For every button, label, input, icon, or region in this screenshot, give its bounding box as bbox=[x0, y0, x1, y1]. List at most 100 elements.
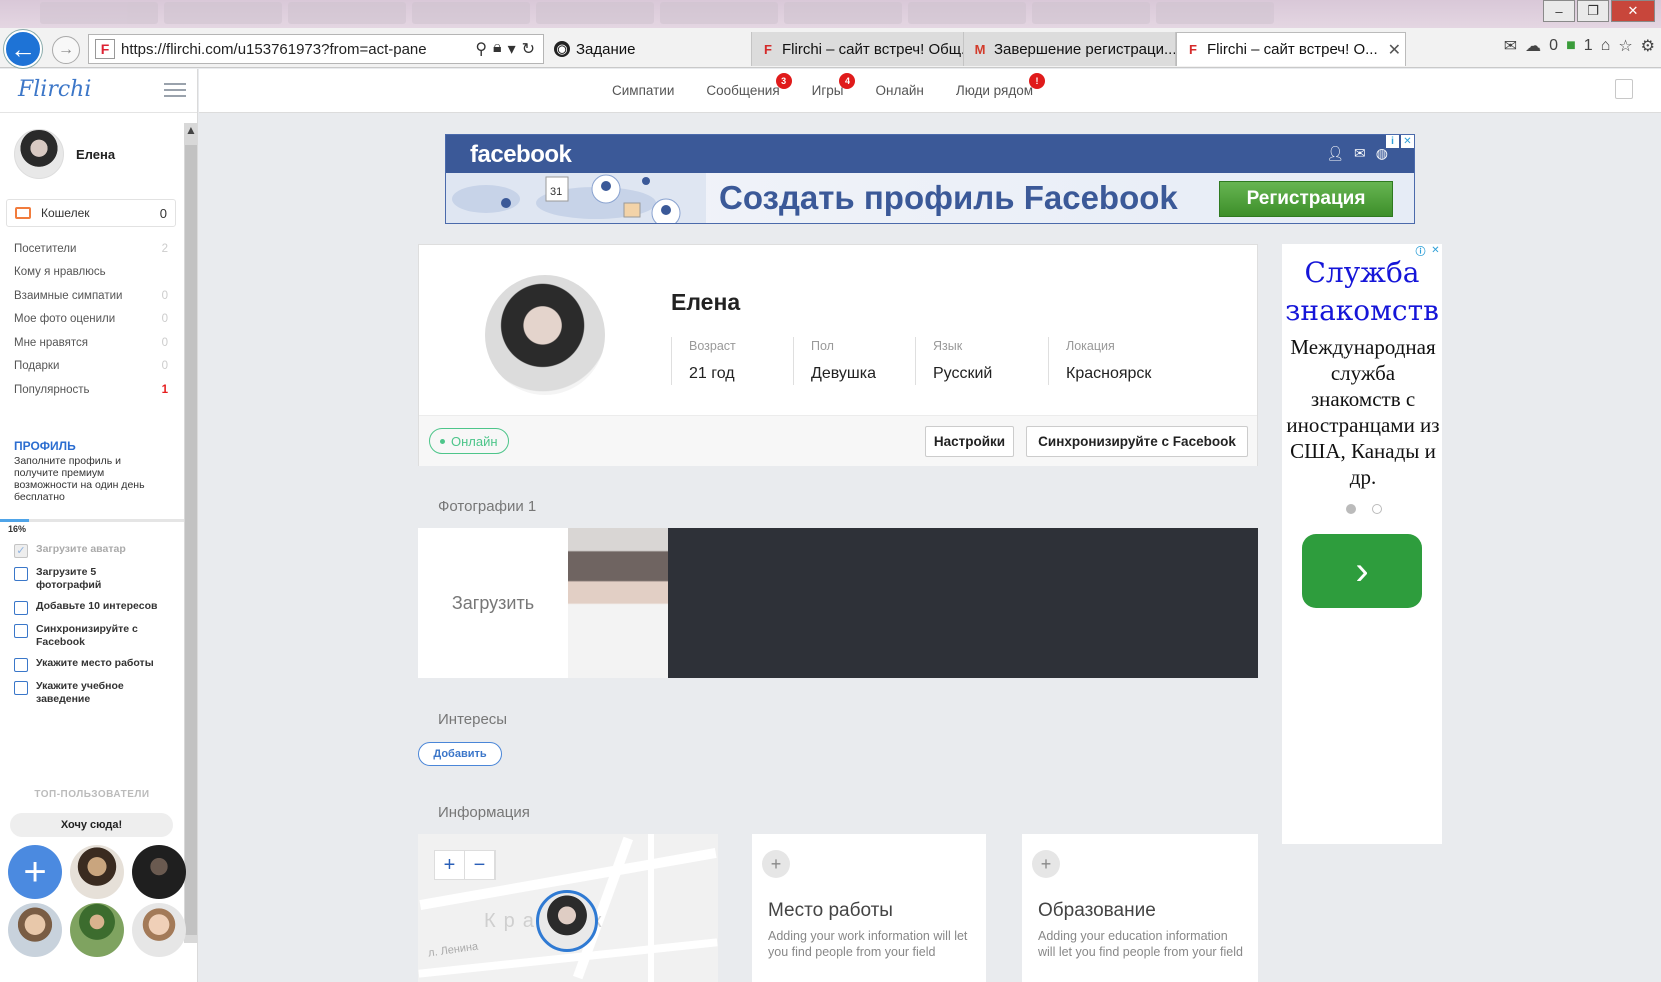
checkbox-icon[interactable] bbox=[14, 624, 28, 638]
url-text[interactable]: https://flirchi.com/u153761973?from=act-… bbox=[121, 41, 467, 58]
task-add-interests[interactable]: Добавьте 10 интересов bbox=[14, 600, 164, 615]
favorites-star-icon[interactable]: ☆ bbox=[1618, 36, 1632, 56]
refresh-icon[interactable]: ↻ bbox=[522, 39, 535, 59]
facebook-ad-banner[interactable]: facebook 👤︎ ✉ ◍ 31 Создать профиль Faceb… bbox=[445, 134, 1415, 224]
work-title: Место работы bbox=[768, 900, 893, 921]
top-user-avatar[interactable] bbox=[70, 903, 124, 957]
home-icon[interactable]: ⌂ bbox=[1601, 37, 1611, 55]
checkbox-icon[interactable] bbox=[14, 681, 28, 695]
work-card[interactable]: + Место работы Adding your work informat… bbox=[752, 834, 986, 982]
dropdown-arrow-icon[interactable]: ▾ bbox=[508, 39, 516, 59]
background-tab[interactable] bbox=[1032, 2, 1150, 24]
settings-button[interactable]: Настройки bbox=[925, 426, 1014, 457]
map-avatar-marker[interactable] bbox=[536, 890, 598, 952]
sidebar-scrollbar[interactable]: ▲ bbox=[184, 123, 197, 943]
sidebar-item-photo-rated[interactable]: Мое фото оценили 0 bbox=[14, 308, 168, 332]
want-here-button[interactable]: Хочу сюда! bbox=[10, 813, 173, 837]
search-icon[interactable]: ⚲ bbox=[475, 39, 487, 59]
hamburger-menu-icon[interactable] bbox=[164, 83, 186, 101]
background-tab[interactable] bbox=[660, 2, 778, 24]
background-tab[interactable] bbox=[412, 2, 530, 24]
top-user-avatar[interactable] bbox=[70, 845, 124, 899]
document-icon[interactable] bbox=[1615, 79, 1633, 99]
background-tab[interactable] bbox=[908, 2, 1026, 24]
sidebar-item-i-like[interactable]: Мне нравятся 0 bbox=[14, 331, 168, 355]
top-user-avatar[interactable] bbox=[132, 903, 186, 957]
sync-facebook-button[interactable]: Синхронизируйте с Facebook bbox=[1026, 426, 1248, 457]
location-map[interactable]: + − Кра рск л. Ленина bbox=[418, 834, 718, 982]
side-ad-title[interactable]: Служба знакомств bbox=[1282, 254, 1442, 330]
adchoices[interactable]: i ✕ bbox=[1386, 135, 1414, 148]
photo-thumbnail[interactable] bbox=[568, 528, 668, 678]
tab-gmail[interactable]: M Завершение регистраци... bbox=[964, 32, 1176, 66]
info-icon[interactable]: i bbox=[1386, 135, 1399, 148]
profile-section-title[interactable]: ПРОФИЛЬ bbox=[14, 439, 76, 453]
checkbox-checked-icon[interactable]: ✓ bbox=[14, 544, 28, 558]
nav-item-messages[interactable]: Сообщения 3 bbox=[706, 73, 792, 98]
task-upload-avatar[interactable]: ✓ Загрузите аватар bbox=[14, 543, 164, 558]
checkbox-icon[interactable] bbox=[14, 658, 28, 672]
scrollbar-thumb[interactable] bbox=[185, 145, 197, 935]
sidebar-item-popularity[interactable]: Популярность 1 bbox=[14, 378, 168, 402]
add-work-plus-icon[interactable]: + bbox=[762, 850, 790, 878]
background-tab[interactable] bbox=[1156, 2, 1274, 24]
carousel-dot[interactable] bbox=[1372, 504, 1382, 514]
flirchi-logo[interactable]: Flirchi bbox=[18, 77, 91, 102]
carousel-dot[interactable] bbox=[1346, 504, 1356, 514]
wallet-button[interactable]: Кошелек 0 bbox=[6, 199, 176, 227]
scroll-up-arrow-icon[interactable]: ▲ bbox=[184, 123, 197, 141]
nav-item-games[interactable]: Игры 4 bbox=[812, 73, 856, 98]
top-user-avatar[interactable] bbox=[8, 903, 62, 957]
task-upload-photos[interactable]: Загрузите 5 фотографий bbox=[14, 566, 164, 592]
task-add-education[interactable]: Укажите учебное заведение bbox=[14, 680, 164, 706]
sidebar-user[interactable]: Елена bbox=[14, 129, 115, 179]
background-tab[interactable] bbox=[536, 2, 654, 24]
profile-avatar[interactable] bbox=[485, 275, 605, 395]
background-tab[interactable] bbox=[164, 2, 282, 24]
add-interest-button[interactable]: Добавить bbox=[418, 742, 502, 766]
close-window-icon[interactable]: ✕ bbox=[1611, 0, 1655, 22]
background-tab[interactable] bbox=[288, 2, 406, 24]
background-tab[interactable] bbox=[784, 2, 902, 24]
upload-photo-button[interactable]: Загрузить bbox=[418, 528, 568, 678]
close-ad-icon[interactable]: ✕ bbox=[1401, 135, 1414, 148]
user-name[interactable]: Елена bbox=[76, 147, 115, 162]
tab-flirchi-1[interactable]: F Flirchi – сайт встреч! Общ... bbox=[752, 32, 964, 66]
sidebar-item-visitors[interactable]: Посетители 2 bbox=[14, 237, 168, 261]
settings-gear-icon[interactable]: ⚙ bbox=[1641, 36, 1655, 56]
tab-zadanie[interactable]: ◉ Задание bbox=[546, 32, 752, 66]
nav-item-people-nearby[interactable]: Люди рядом! bbox=[956, 73, 1046, 98]
lock-icon[interactable]: 🔒︎ bbox=[493, 39, 502, 59]
mail-icon[interactable]: ✉ bbox=[1504, 36, 1517, 56]
cloud-icon[interactable]: ☁ bbox=[1525, 36, 1541, 56]
sidebar-item-mutual-likes[interactable]: Взаимные симпатии 0 bbox=[14, 284, 168, 308]
top-user-avatar[interactable] bbox=[132, 845, 186, 899]
sidebar-item-who-likes-me[interactable]: Кому я нравлюсь bbox=[14, 261, 168, 285]
task-sync-facebook[interactable]: Синхронизируйте с Facebook bbox=[14, 623, 164, 649]
sidebar-item-gifts[interactable]: Подарки 0 bbox=[14, 355, 168, 379]
add-education-plus-icon[interactable]: + bbox=[1032, 850, 1060, 878]
fb-ad-headline[interactable]: Создать профиль Facebook bbox=[719, 179, 1178, 217]
checkbox-icon[interactable] bbox=[14, 601, 28, 615]
zoom-in-icon[interactable]: + bbox=[435, 851, 465, 879]
avatar[interactable] bbox=[14, 129, 64, 179]
nav-item-likes[interactable]: Симпатии bbox=[612, 83, 674, 98]
education-card[interactable]: + Образование Adding your education info… bbox=[1022, 834, 1258, 982]
nav-item-online[interactable]: Онлайн bbox=[875, 83, 923, 98]
close-tab-icon[interactable]: ✕ bbox=[1388, 40, 1401, 60]
checkbox-icon[interactable] bbox=[14, 567, 28, 581]
extension-icon[interactable]: ■ bbox=[1566, 37, 1576, 55]
zoom-out-icon[interactable]: − bbox=[465, 851, 495, 879]
chevron-right-icon[interactable]: › bbox=[1302, 534, 1422, 608]
back-arrow-icon[interactable]: ← bbox=[4, 30, 42, 68]
forward-arrow-icon[interactable]: → bbox=[52, 36, 80, 64]
background-tab[interactable] bbox=[40, 2, 158, 24]
minimize-icon[interactable]: – bbox=[1543, 0, 1575, 22]
add-user-plus-icon[interactable]: + bbox=[8, 845, 62, 899]
tab-flirchi-active[interactable]: F Flirchi – сайт встреч! О... ✕ bbox=[1176, 32, 1406, 66]
task-add-work[interactable]: Укажите место работы bbox=[14, 657, 164, 672]
side-ad[interactable]: ⓘ ✕ Служба знакомств Международная служб… bbox=[1282, 244, 1442, 844]
restore-icon[interactable]: ❐ bbox=[1577, 0, 1609, 22]
register-button[interactable]: Регистрация bbox=[1219, 181, 1393, 217]
address-bar[interactable]: F https://flirchi.com/u153761973?from=ac… bbox=[88, 34, 544, 64]
